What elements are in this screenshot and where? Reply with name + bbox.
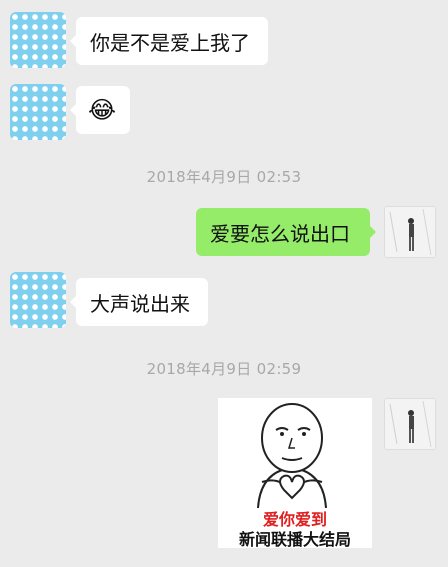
sticker-message[interactable]: 爱你爱到 新闻联播大结局	[218, 398, 372, 548]
message-text: 大声说出来	[90, 291, 190, 316]
message-text: 爱要怎么说出口	[210, 221, 350, 246]
message-text: 你是不是爱上我了	[90, 30, 250, 55]
person-photo-icon	[385, 207, 435, 257]
avatar-contact[interactable]	[10, 272, 66, 328]
meme-face-heart-hands-sticker	[257, 403, 327, 509]
message-bubble-incoming[interactable]: 😂	[70, 86, 130, 134]
avatar-contact[interactable]	[10, 84, 66, 140]
timestamp: 2018年4月9日 02:53	[146, 168, 302, 186]
message-bubble-incoming[interactable]: 你是不是爱上我了	[70, 17, 268, 65]
sticker-caption-line2: 新闻联播大结局	[238, 530, 351, 548]
avatar-self[interactable]	[384, 206, 436, 258]
timestamp: 2018年4月9日 02:59	[146, 360, 302, 378]
person-photo-icon	[385, 399, 435, 449]
message-bubble-incoming[interactable]: 大声说出来	[70, 278, 208, 326]
avatar-contact[interactable]	[10, 12, 66, 68]
message-bubble-outgoing[interactable]: 爱要怎么说出口	[196, 208, 376, 256]
avatar-self[interactable]	[384, 398, 436, 450]
tears-of-joy-emoji-icon: 😂	[88, 96, 117, 124]
